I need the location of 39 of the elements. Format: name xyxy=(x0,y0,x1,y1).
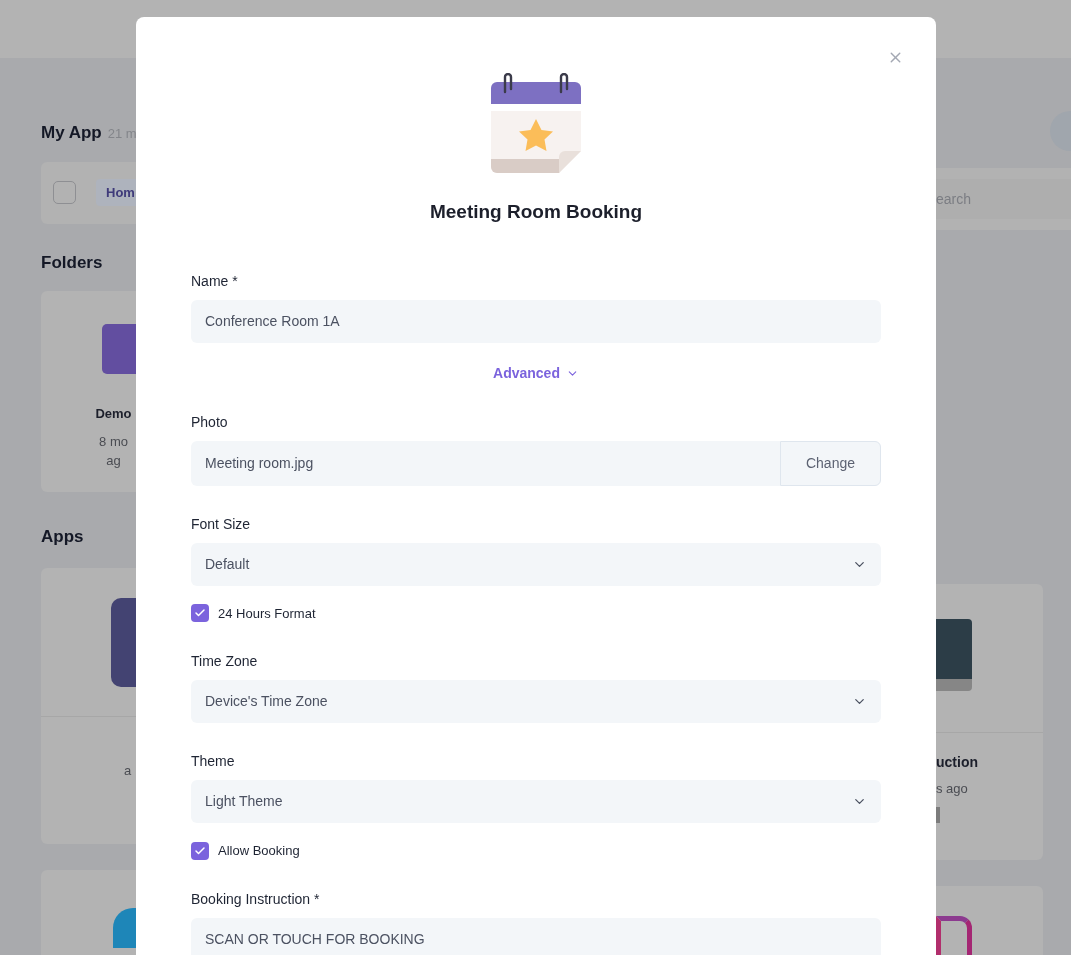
app-card[interactable]: uction s ago xyxy=(936,584,1043,860)
section-heading: Apps xyxy=(41,526,85,548)
app-card[interactable]: a xyxy=(41,567,136,844)
checkbox-label: Allow Booking xyxy=(218,842,300,860)
select-field[interactable]: Light Theme xyxy=(191,780,881,823)
section-heading: Folders xyxy=(41,251,104,274)
filter-tag[interactable]: Hom xyxy=(96,178,136,207)
folder-time: 8 mo xyxy=(99,432,128,451)
field-label: Name * xyxy=(191,271,239,291)
field-label: Photo xyxy=(191,412,229,432)
select-field[interactable]: Device's Time Zone xyxy=(191,680,881,723)
folder-card[interactable]: Demo 8 mo ag xyxy=(41,291,136,492)
app-card[interactable] xyxy=(41,869,136,955)
folder-icon xyxy=(102,324,136,374)
folder-time: ag xyxy=(106,452,121,470)
text-field[interactable]: Conference Room 1A xyxy=(191,299,881,343)
advanced-toggle[interactable]: Advanced xyxy=(493,362,579,384)
app-time: a xyxy=(124,761,133,780)
field-label: Time Zone xyxy=(191,652,259,671)
text-field[interactable]: SCAN OR TOUCH FOR BOOKING xyxy=(191,917,881,955)
app-time: s ago xyxy=(936,780,969,798)
modal-title: Meeting Room Booking xyxy=(429,200,643,224)
app-icon xyxy=(111,597,136,687)
checkbox[interactable] xyxy=(191,604,209,623)
page-title: My App xyxy=(41,122,102,144)
change-button[interactable]: Change xyxy=(780,440,881,486)
calendar-star-icon xyxy=(491,73,581,174)
select-field[interactable]: Default xyxy=(191,542,881,586)
app-name: uction xyxy=(936,753,979,772)
field-label: Theme xyxy=(191,752,236,771)
check-icon xyxy=(194,844,206,857)
app-icon xyxy=(936,619,972,691)
file-name-field[interactable]: Meeting room.jpg xyxy=(191,440,780,486)
checkbox[interactable] xyxy=(191,841,209,860)
field-label: Font Size xyxy=(191,514,252,534)
folder-name: Demo xyxy=(95,405,132,423)
checkbox-label: 24 Hours Format xyxy=(218,604,316,623)
select-all-checkbox[interactable] xyxy=(53,181,76,204)
field-label: Booking Instruction * xyxy=(191,889,321,909)
